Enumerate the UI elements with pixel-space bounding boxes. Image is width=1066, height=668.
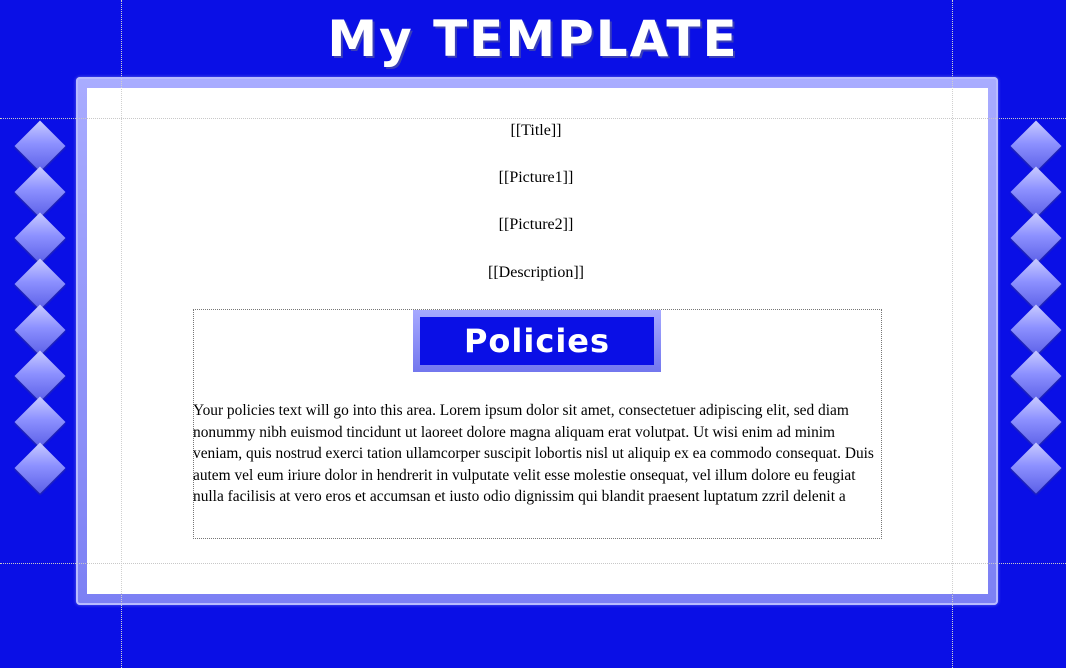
diamond-icon [1010, 350, 1062, 402]
diamond-icon [1010, 120, 1062, 172]
policies-heading: Policies [420, 317, 654, 365]
policies-banner: Policies [413, 310, 661, 372]
diamond-icon [1010, 166, 1062, 218]
diamond-icon [1010, 396, 1062, 448]
diamond-icon [14, 258, 66, 310]
diamond-icon [14, 442, 66, 494]
guide-line-horizontal [0, 563, 1066, 564]
diamond-icon [14, 350, 66, 402]
diamond-icon [14, 396, 66, 448]
policies-text[interactable]: Your policies text will go into this are… [193, 400, 882, 538]
diamond-icon [14, 120, 66, 172]
diamond-icon [14, 166, 66, 218]
diamond-icon [1010, 304, 1062, 356]
picture2-placeholder[interactable]: [[Picture2]] [120, 216, 952, 234]
page-title: My TEMPLATE [327, 10, 739, 68]
right-diamond-column [1006, 118, 1066, 495]
guide-line-horizontal [0, 118, 1066, 119]
guide-line-vertical [952, 0, 953, 668]
diamond-icon [1010, 212, 1062, 264]
guide-line-vertical [121, 0, 122, 668]
diamond-icon [14, 212, 66, 264]
title-placeholder[interactable]: [[Title]] [120, 122, 952, 140]
description-placeholder[interactable]: [[Description]] [120, 264, 952, 282]
diamond-icon [14, 304, 66, 356]
picture1-placeholder[interactable]: [[Picture1]] [120, 169, 952, 187]
diamond-icon [1010, 258, 1062, 310]
left-diamond-column [10, 118, 70, 495]
diamond-icon [1010, 442, 1062, 494]
